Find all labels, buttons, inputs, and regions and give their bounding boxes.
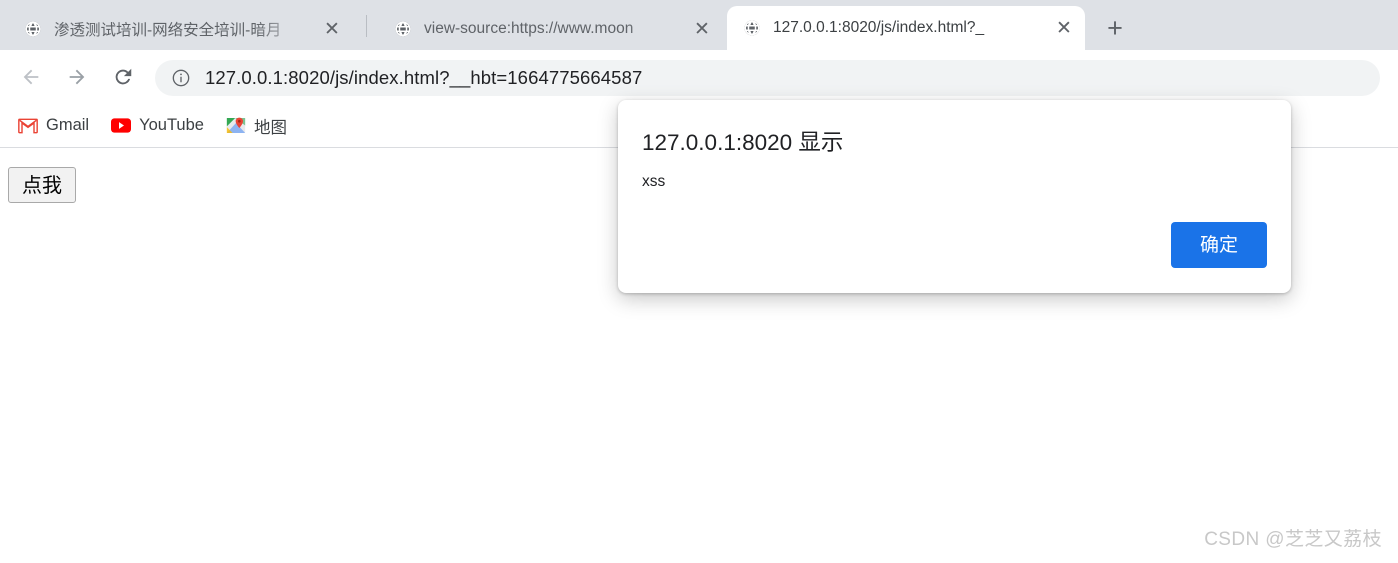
new-tab-button[interactable]: +	[1098, 11, 1132, 45]
reload-icon[interactable]	[106, 60, 140, 94]
tab-title: view-source:https://www.moon	[424, 20, 634, 37]
google-maps-icon	[226, 116, 246, 136]
tab-close-icon[interactable]: ✕	[1051, 15, 1077, 41]
tab-title: 127.0.0.1:8020/js/index.html?_	[773, 19, 985, 36]
bookmark-label: Gmail	[46, 116, 90, 134]
csdn-watermark: CSDN @芝芝又荔枝	[1204, 529, 1382, 550]
bookmark-label: 地图	[253, 118, 287, 137]
tab-title: 渗透测试培训-网络安全培训-暗月	[54, 22, 282, 39]
globe-icon	[24, 20, 42, 38]
dialog-title: 127.0.0.1:8020 显示	[642, 130, 844, 155]
gmail-icon	[18, 116, 38, 136]
tab-separator	[366, 15, 367, 37]
address-bar-url: 127.0.0.1:8020/js/index.html?__hbt=16647…	[205, 67, 643, 88]
bookmark-maps[interactable]: 地图	[218, 111, 295, 141]
globe-icon	[743, 19, 761, 37]
dialog-message: xss	[642, 173, 666, 190]
bookmark-label: YouTube	[139, 116, 204, 134]
browser-toolbar: 127.0.0.1:8020/js/index.html?__hbt=16647…	[0, 50, 1398, 104]
browser-tab-2[interactable]: view-source:https://www.moon ✕	[378, 8, 723, 50]
javascript-alert-dialog: 127.0.0.1:8020 显示 xss 确定	[618, 100, 1291, 293]
globe-icon	[394, 20, 412, 38]
dialog-ok-button[interactable]: 确定	[1171, 222, 1267, 268]
info-circle-icon[interactable]	[171, 68, 191, 88]
tab-close-icon[interactable]: ✕	[689, 16, 715, 42]
bookmark-gmail[interactable]: Gmail	[10, 111, 97, 141]
back-arrow-icon[interactable]	[14, 60, 48, 94]
bookmark-youtube[interactable]: YouTube	[103, 111, 212, 141]
youtube-icon	[111, 116, 132, 136]
tab-close-icon[interactable]: ✕	[319, 16, 345, 42]
address-bar[interactable]: 127.0.0.1:8020/js/index.html?__hbt=16647…	[155, 60, 1380, 96]
browser-tab-3-active[interactable]: 127.0.0.1:8020/js/index.html?_ ✕	[727, 6, 1085, 50]
click-me-button[interactable]: 点我	[8, 167, 76, 203]
forward-arrow-icon[interactable]	[60, 60, 94, 94]
tab-strip: 渗透测试培训-网络安全培训-暗月 ✕ view-source:https://w…	[0, 0, 1398, 50]
browser-tab-1[interactable]: 渗透测试培训-网络安全培训-暗月 ✕	[8, 8, 353, 50]
